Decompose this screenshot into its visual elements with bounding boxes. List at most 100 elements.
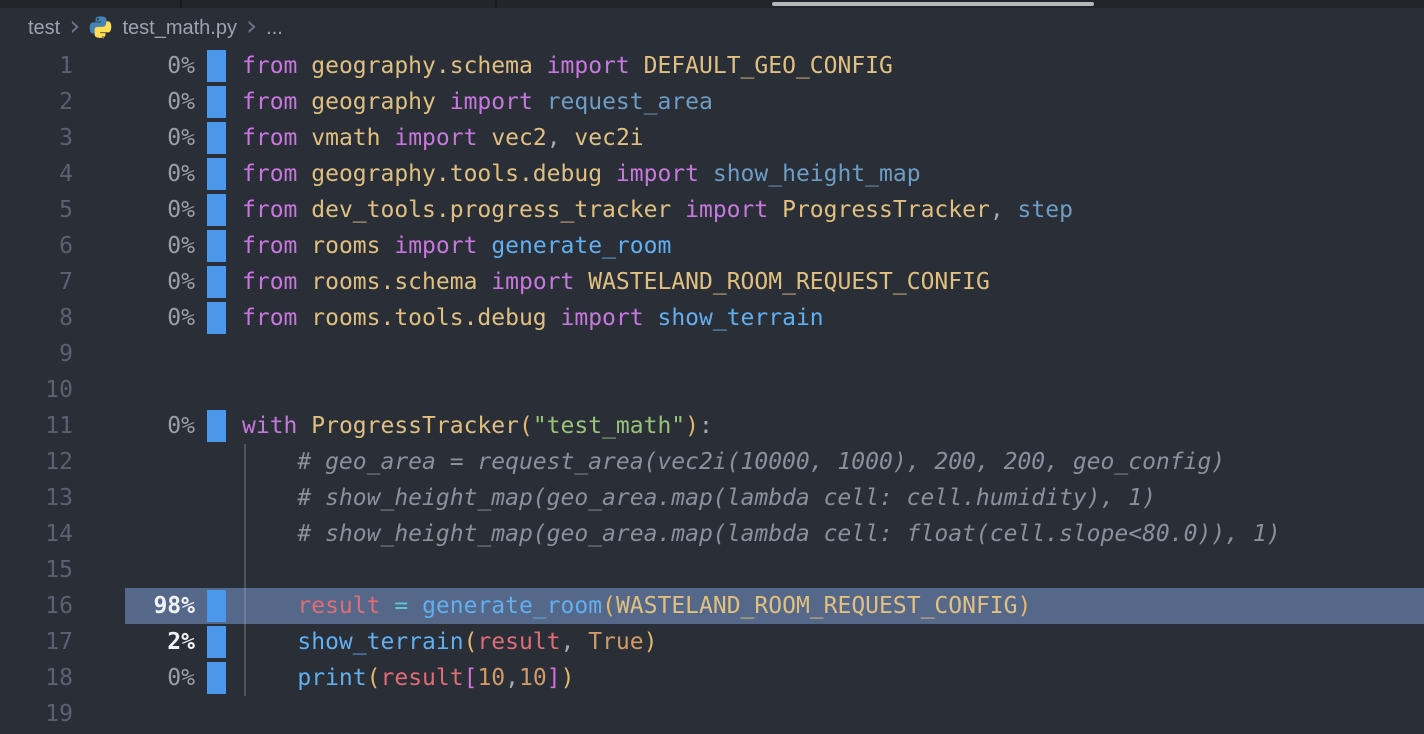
profiler-percent-badge [125, 696, 195, 732]
line-body[interactable]: 0% print(result[10,10]) [125, 660, 1424, 696]
token [297, 125, 311, 151]
token [297, 89, 311, 115]
chevron-right-icon: › [246, 16, 257, 36]
code-line-7[interactable]: 7 0% from rooms.schema import WASTELAND_… [0, 264, 1424, 300]
line-body[interactable]: 0% from geography.schema import DEFAULT_… [125, 48, 1424, 84]
code-line-9[interactable]: 9 [0, 336, 1424, 372]
code-line-18[interactable]: 18 0% print(result[10,10]) [0, 660, 1424, 696]
code-text: print(result[10,10]) [242, 660, 574, 696]
line-number-gutter[interactable]: 15 [0, 552, 125, 588]
line-body[interactable]: 0% from geography import request_area [125, 84, 1424, 120]
line-number-gutter[interactable]: 19 [0, 696, 125, 732]
token: ) [644, 629, 658, 655]
token: ( [602, 593, 616, 619]
token: vmath [311, 125, 380, 151]
line-body[interactable]: 0% from geography.tools.debug import sho… [125, 156, 1424, 192]
line-body[interactable]: # show_height_map(geo_area.map(lambda ce… [125, 480, 1424, 516]
profiler-percent-badge: 0% [125, 228, 195, 264]
line-number-gutter[interactable]: 12 [0, 444, 125, 480]
line-number-gutter[interactable]: 5 [0, 192, 125, 228]
profiler-percent-badge [125, 372, 195, 408]
line-number-gutter[interactable]: 10 [0, 372, 125, 408]
line-body[interactable] [125, 372, 1424, 408]
line-body[interactable]: 0% from rooms.tools.debug import show_te… [125, 300, 1424, 336]
code-area[interactable]: 1 0% from geography.schema import DEFAUL… [0, 48, 1424, 732]
token [477, 269, 491, 295]
token: ) [1018, 593, 1032, 619]
line-number-gutter[interactable]: 7 [0, 264, 125, 300]
line-number-gutter[interactable]: 18 [0, 660, 125, 696]
profiler-percent-badge: 0% [125, 660, 195, 696]
breadcrumb-file[interactable]: test_math.py [122, 17, 237, 40]
line-number-gutter[interactable]: 11 [0, 408, 125, 444]
code-line-6[interactable]: 6 0% from rooms import generate_room [0, 228, 1424, 264]
token [242, 665, 297, 691]
line-body[interactable] [125, 696, 1424, 732]
code-line-4[interactable]: 4 0% from geography.tools.debug import s… [0, 156, 1424, 192]
indent-guide [244, 444, 246, 696]
line-number-gutter[interactable]: 9 [0, 336, 125, 372]
token [671, 197, 685, 223]
code-line-10[interactable]: 10 [0, 372, 1424, 408]
profiler-percent-badge [125, 444, 195, 480]
line-body[interactable] [125, 552, 1424, 588]
code-text: with ProgressTracker("test_math"): [242, 408, 713, 444]
code-line-19[interactable]: 19 [0, 696, 1424, 732]
line-body[interactable] [125, 336, 1424, 372]
code-line-12[interactable]: 12 # geo_area = request_area(vec2i(10000… [0, 444, 1424, 480]
token: = [394, 593, 408, 619]
token: ] [547, 665, 561, 691]
token [381, 125, 395, 151]
line-number-gutter[interactable]: 1 [0, 48, 125, 84]
token: import [547, 53, 630, 79]
token [574, 629, 588, 655]
line-body[interactable]: 0% from dev_tools.progress_tracker impor… [125, 192, 1424, 228]
code-line-17[interactable]: 17 2% show_terrain(result, True) [0, 624, 1424, 660]
token: request_area [547, 89, 713, 115]
line-body[interactable]: 0% from rooms import generate_room [125, 228, 1424, 264]
line-body[interactable]: 2% show_terrain(result, True) [125, 624, 1424, 660]
line-body[interactable]: 0% with ProgressTracker("test_math"): [125, 408, 1424, 444]
token: 10 [477, 665, 505, 691]
code-line-1[interactable]: 1 0% from geography.schema import DEFAUL… [0, 48, 1424, 84]
code-line-13[interactable]: 13 # show_height_map(geo_area.map(lambda… [0, 480, 1424, 516]
token: geography.schema [311, 53, 533, 79]
line-body[interactable]: # show_height_map(geo_area.map(lambda ce… [125, 516, 1424, 552]
line-number-gutter[interactable]: 14 [0, 516, 125, 552]
token [297, 269, 311, 295]
line-number-gutter[interactable]: 2 [0, 84, 125, 120]
token: import [685, 197, 768, 223]
code-line-5[interactable]: 5 0% from dev_tools.progress_tracker imp… [0, 192, 1424, 228]
token: ) [685, 413, 699, 439]
line-number-gutter[interactable]: 6 [0, 228, 125, 264]
code-line-3[interactable]: 3 0% from vmath import vec2, vec2i [0, 120, 1424, 156]
breadcrumb: test › test_math.py › ... [0, 8, 1424, 48]
token: import [450, 89, 533, 115]
line-number-gutter[interactable]: 13 [0, 480, 125, 516]
code-line-11[interactable]: 11 0% with ProgressTracker("test_math"): [0, 408, 1424, 444]
line-number-gutter[interactable]: 8 [0, 300, 125, 336]
line-number-gutter[interactable]: 16 [0, 588, 125, 624]
code-line-2[interactable]: 2 0% from geography import request_area [0, 84, 1424, 120]
token: with [242, 413, 297, 439]
python-file-icon [89, 16, 113, 40]
tab-divider [495, 0, 497, 8]
line-number-gutter[interactable]: 4 [0, 156, 125, 192]
line-number-gutter[interactable]: 3 [0, 120, 125, 156]
breadcrumb-symbol-more[interactable]: ... [266, 17, 283, 40]
line-body[interactable]: # geo_area = request_area(vec2i(10000, 1… [125, 444, 1424, 480]
gutter-change-marker [207, 230, 226, 262]
code-line-14[interactable]: 14 # show_height_map(geo_area.map(lambda… [0, 516, 1424, 552]
breadcrumb-folder[interactable]: test [28, 17, 60, 40]
token: vec2 [491, 125, 546, 151]
code-line-15[interactable]: 15 [0, 552, 1424, 588]
token [297, 413, 311, 439]
token [644, 305, 658, 331]
line-body[interactable]: 0% from vmath import vec2, vec2i [125, 120, 1424, 156]
code-text: # geo_area = request_area(vec2i(10000, 1… [242, 444, 1225, 480]
line-number-gutter[interactable]: 17 [0, 624, 125, 660]
line-body[interactable]: 0% from rooms.schema import WASTELAND_RO… [125, 264, 1424, 300]
code-line-8[interactable]: 8 0% from rooms.tools.debug import show_… [0, 300, 1424, 336]
code-line-16[interactable]: 16 98% result = generate_room(WASTELAND_… [0, 588, 1424, 624]
line-body[interactable]: 98% result = generate_room(WASTELAND_ROO… [125, 588, 1424, 624]
